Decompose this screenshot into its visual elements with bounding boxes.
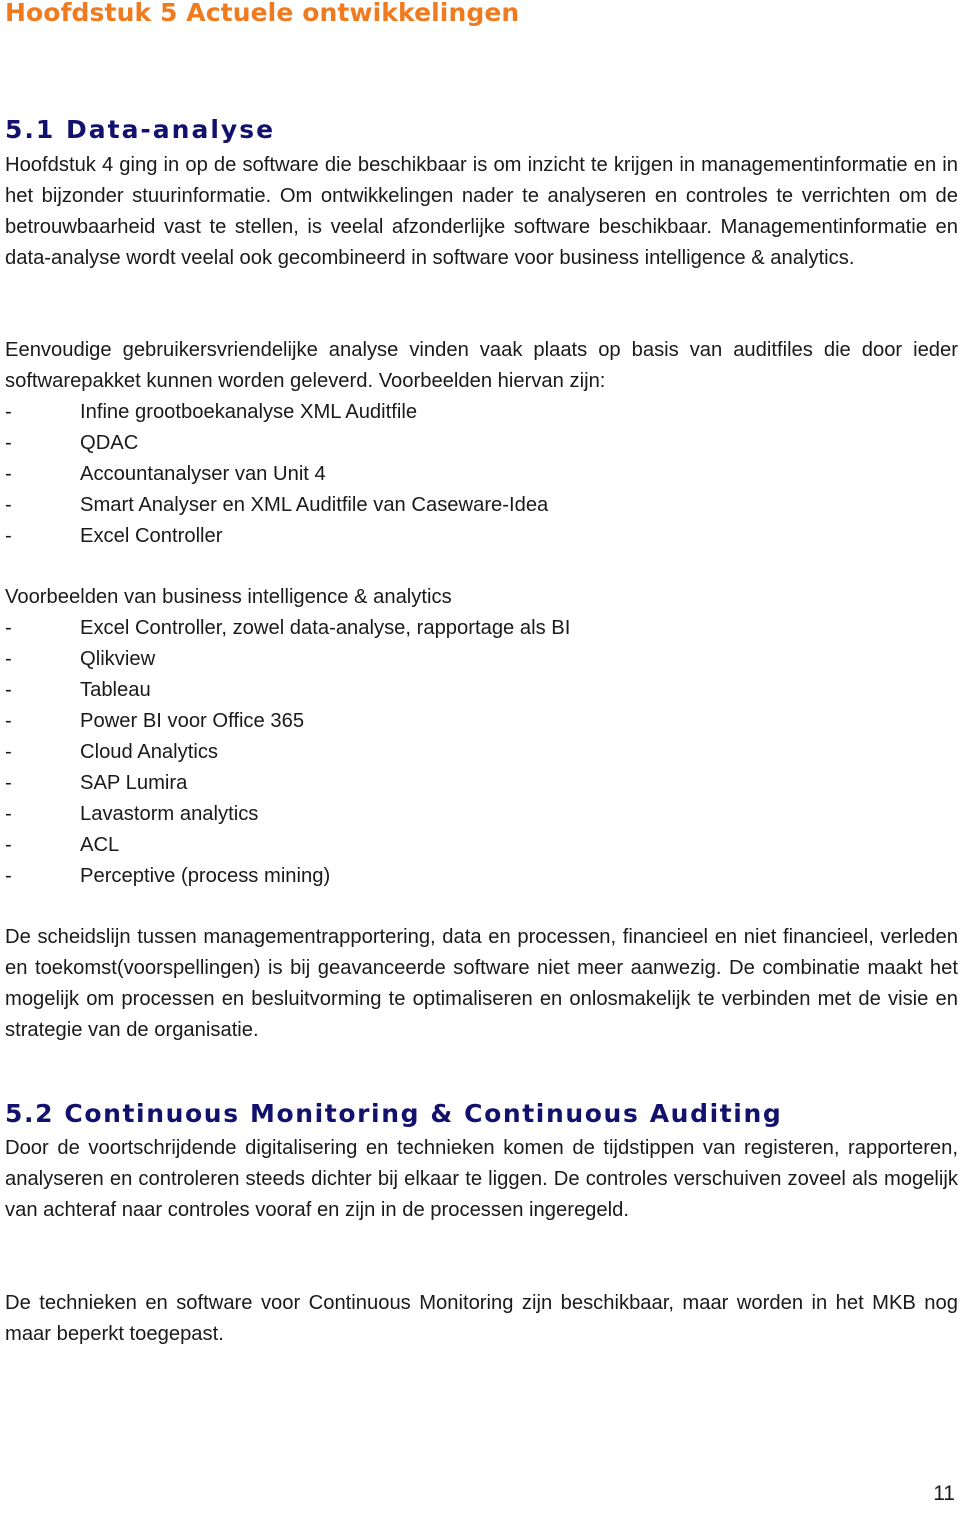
list-item: - Cloud Analytics xyxy=(5,737,958,768)
paragraph: De scheidslijn tussen managementrapporte… xyxy=(5,926,958,1041)
list-item: - Lavastorm analytics xyxy=(5,799,958,830)
list-item: - Smart Analyser en XML Auditfile van Cas… xyxy=(5,490,958,521)
list-bullet: - xyxy=(5,741,12,763)
list-item: - Accountanalyser van Unit 4 xyxy=(5,459,958,490)
list-bullet: - xyxy=(5,463,12,485)
list-bullet: - xyxy=(5,803,12,825)
list-item: - QDAC xyxy=(5,428,958,459)
list-bullet: - xyxy=(5,710,12,732)
page-number: 11 xyxy=(933,1482,955,1505)
list-item: - SAP Lumira xyxy=(5,768,958,799)
list-bullet: - xyxy=(5,617,12,639)
list-item: - Perceptive (process mining) xyxy=(5,861,958,892)
list-item: - Qlikview xyxy=(5,644,958,675)
list-item: - ACL xyxy=(5,830,958,861)
list-item: - Excel Controller xyxy=(5,521,958,552)
paragraph: Door de voortschrijdende digitalisering … xyxy=(5,1137,958,1221)
section-heading-continuous-monitoring: 5.2 Continuous Monitoring & Continuous A… xyxy=(5,1099,783,1128)
list-bullet: - xyxy=(5,494,12,516)
list-bullet: - xyxy=(5,525,12,547)
bi-tools-list: - Excel Controller, zowel data-analyse, r… xyxy=(5,613,958,892)
paragraph: Voorbeelden van business intelligence & … xyxy=(5,586,452,608)
list-bullet: - xyxy=(5,834,12,856)
list-item: - Excel Controller, zowel data-analyse, r… xyxy=(5,613,958,644)
list-bullet: - xyxy=(5,772,12,794)
chapter-title: Hoofdstuk 5 Actuele ontwikkelingen xyxy=(5,0,520,27)
paragraph: Eenvoudige gebruikersvriendelijke analys… xyxy=(5,339,958,392)
paragraph: De technieken en software voor Continuou… xyxy=(5,1292,958,1345)
list-item: - Power BI voor Office 365 xyxy=(5,706,958,737)
list-bullet: - xyxy=(5,648,12,670)
list-bullet: - xyxy=(5,432,12,454)
paragraph: Hoofdstuk 4 ging in op de software die b… xyxy=(5,154,958,269)
list-bullet: - xyxy=(5,679,12,701)
list-bullet: - xyxy=(5,865,12,887)
list-item: - Tableau xyxy=(5,675,958,706)
auditfile-tools-list: - Infine grootboekanalyse XML Auditfile -… xyxy=(5,397,958,552)
list-item: - Infine grootboekanalyse XML Auditfile xyxy=(5,397,958,428)
section-heading-data-analyse: 5.1 Data-analyse xyxy=(5,115,276,144)
list-bullet: - xyxy=(5,401,12,423)
